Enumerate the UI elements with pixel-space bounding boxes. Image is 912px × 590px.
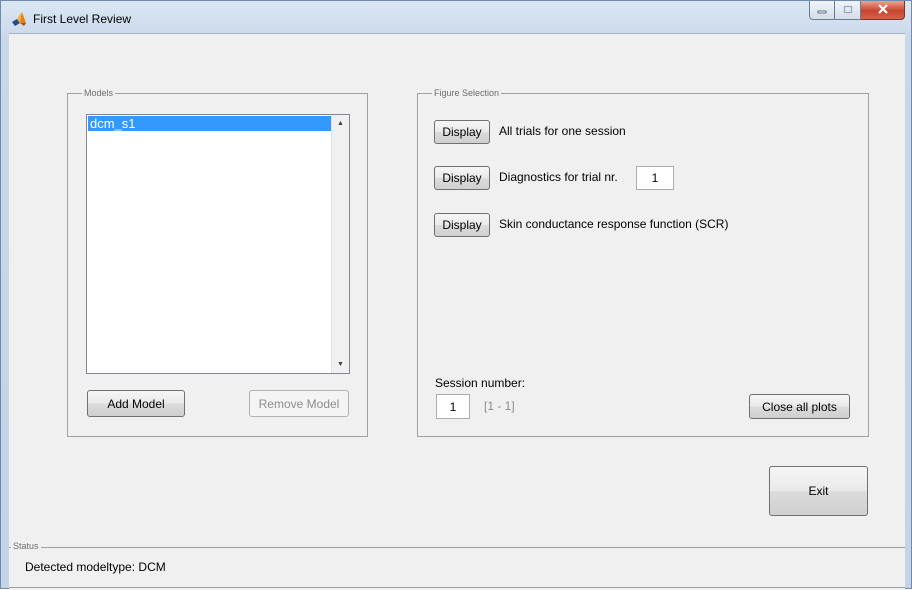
session-number-input[interactable]: 1 <box>436 394 470 419</box>
status-divider <box>9 547 905 548</box>
display-all-trials-button[interactable]: Display <box>434 120 490 144</box>
window-title: First Level Review <box>33 12 132 26</box>
minimize-icon <box>817 3 827 17</box>
matlab-icon <box>11 11 27 27</box>
close-icon <box>877 3 889 17</box>
figure-selection-legend: Figure Selection <box>432 87 502 99</box>
minimize-button[interactable] <box>809 1 835 20</box>
status-text: Detected modeltype: DCM <box>25 560 166 574</box>
client-area: Models dcm_s1 ▲ ▼ Add Model Remove Model… <box>9 33 905 590</box>
status-bottom-border <box>9 587 905 588</box>
all-trials-label: All trials for one session <box>499 124 626 138</box>
maximize-icon <box>843 3 853 17</box>
exit-button[interactable]: Exit <box>769 466 868 516</box>
session-number-label: Session number: <box>435 376 526 390</box>
remove-model-button[interactable]: Remove Model <box>249 390 349 417</box>
models-listbox[interactable]: dcm_s1 ▲ ▼ <box>86 114 350 374</box>
maximize-button[interactable] <box>835 1 861 20</box>
diagnostics-label: Diagnostics for trial nr. <box>499 170 618 184</box>
models-legend: Models <box>82 87 116 99</box>
display-scr-button[interactable]: Display <box>434 213 490 237</box>
add-model-button[interactable]: Add Model <box>87 390 185 417</box>
scroll-up-icon[interactable]: ▲ <box>332 115 349 132</box>
figure-selection-group: Figure Selection Display All trials for … <box>417 87 869 437</box>
caption-buttons <box>809 1 905 21</box>
title-bar[interactable]: First Level Review <box>1 1 911 35</box>
trial-number-input[interactable]: 1 <box>636 166 674 190</box>
scroll-down-icon[interactable]: ▼ <box>332 356 349 373</box>
models-group: Models dcm_s1 ▲ ▼ Add Model Remove Model <box>67 87 368 437</box>
scr-label: Skin conductance response function (SCR) <box>499 217 729 231</box>
status-legend: Status <box>11 540 41 552</box>
models-scrollbar[interactable]: ▲ ▼ <box>331 115 349 373</box>
display-diagnostics-button[interactable]: Display <box>434 166 490 190</box>
close-button[interactable] <box>861 1 905 20</box>
list-item-model[interactable]: dcm_s1 <box>88 116 332 131</box>
close-all-plots-button[interactable]: Close all plots <box>749 394 850 419</box>
session-range-label: [1 - 1] <box>484 399 515 413</box>
app-window: First Level Review Models dcm_s1 ▲ ▼ Add… <box>0 0 912 590</box>
